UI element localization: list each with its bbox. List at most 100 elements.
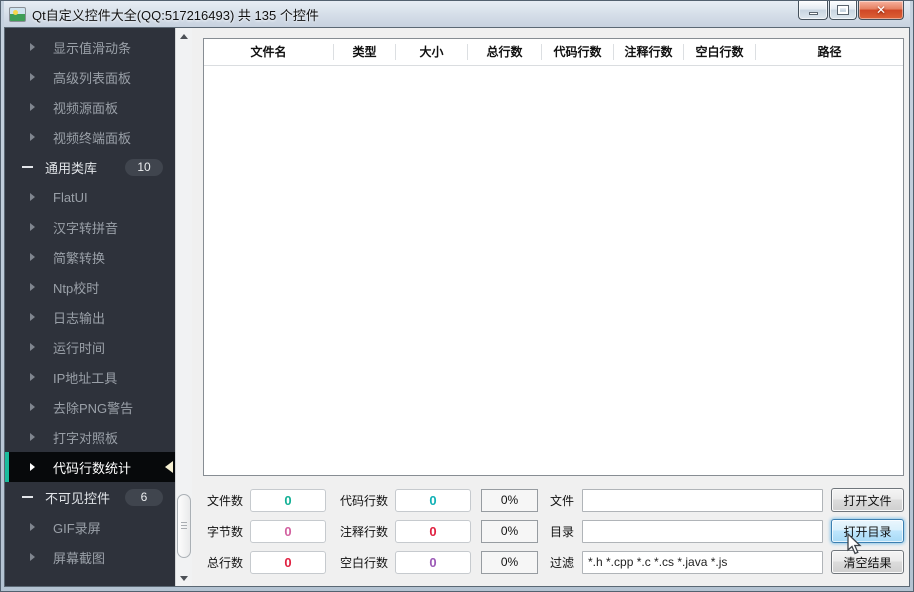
maximize-button[interactable] bbox=[829, 1, 857, 20]
expand-icon bbox=[30, 403, 35, 411]
close-button[interactable]: ✕ bbox=[858, 1, 904, 20]
scrollbar-thumb[interactable] bbox=[177, 494, 191, 558]
sidebar-scrollbar[interactable] bbox=[175, 28, 192, 586]
expand-icon bbox=[30, 253, 35, 261]
count-badge: 10 bbox=[125, 158, 163, 176]
column-header-comment-lines[interactable]: 注释行数 bbox=[614, 44, 684, 60]
tree-item-label: 通用类库 bbox=[45, 160, 98, 176]
scroll-up-button[interactable] bbox=[176, 28, 192, 44]
expand-icon bbox=[30, 193, 35, 201]
tree-item[interactable]: 视频源面板 bbox=[5, 92, 175, 122]
expand-icon bbox=[30, 463, 35, 471]
expand-icon bbox=[30, 523, 35, 531]
stat-value-box: 0 bbox=[395, 488, 471, 512]
expand-icon bbox=[30, 73, 35, 81]
tree-item-selected[interactable]: 代码行数统计 bbox=[5, 452, 175, 482]
minimize-button[interactable] bbox=[798, 1, 828, 20]
tree-item-label: IP地址工具 bbox=[53, 370, 118, 386]
expand-icon bbox=[30, 433, 35, 441]
tree-item[interactable]: 运行时间 bbox=[5, 332, 175, 362]
scroll-down-button[interactable] bbox=[176, 570, 192, 586]
tree-item[interactable]: 去除PNG警告 bbox=[5, 392, 175, 422]
open-dir-button[interactable]: 打开目录 bbox=[831, 519, 904, 543]
tree-group[interactable]: 通用类库 10 bbox=[5, 152, 175, 182]
expand-icon bbox=[30, 553, 35, 561]
form-row: 总行数 0 空白行数 0 0% 过滤 清空结果 bbox=[203, 550, 904, 574]
tree-item-label: 运行时间 bbox=[53, 340, 106, 356]
tree-item[interactable]: Ntp校时 bbox=[5, 272, 175, 302]
tree-item[interactable]: 简繁转换 bbox=[5, 242, 175, 272]
stat-label: 空白行数 bbox=[339, 555, 388, 570]
stat-value-box: 0 bbox=[250, 519, 326, 543]
results-table: 文件名 类型 大小 总行数 代码行数 注释行数 空白行数 路径 bbox=[203, 38, 904, 476]
selected-marker-icon bbox=[165, 461, 173, 473]
tree-item-label: 代码行数统计 bbox=[53, 460, 132, 476]
dir-input[interactable] bbox=[582, 519, 823, 543]
tree-item-label: 去除PNG警告 bbox=[53, 400, 134, 416]
tree-item[interactable]: 高级列表面板 bbox=[5, 62, 175, 92]
column-header-total-lines[interactable]: 总行数 bbox=[468, 44, 542, 60]
table-header-row: 文件名 类型 大小 总行数 代码行数 注释行数 空白行数 路径 bbox=[204, 39, 903, 66]
tree-item[interactable]: 日志输出 bbox=[5, 302, 175, 332]
arrow-down-icon bbox=[180, 575, 188, 581]
stat-value-box: 0 bbox=[395, 550, 471, 574]
tree-item-label: Ntp校时 bbox=[53, 280, 100, 296]
column-header-path[interactable]: 路径 bbox=[756, 44, 903, 60]
stat-label: 总行数 bbox=[206, 555, 243, 570]
tree-group[interactable]: 不可见控件 6 bbox=[5, 482, 175, 512]
maximize-icon bbox=[837, 5, 849, 15]
tree-item[interactable]: FlatUI bbox=[5, 182, 175, 212]
tree-item-label: 显示值滑动条 bbox=[53, 40, 132, 56]
scrollbar-track[interactable] bbox=[176, 44, 192, 570]
main-panel: 文件名 类型 大小 总行数 代码行数 注释行数 空白行数 路径 文件数 0 代码行数 0 0% 文件 打开… bbox=[192, 28, 909, 586]
sidebar-tree: 显示值滑动条 高级列表面板 视频源面板视频终端面板通用类库 10 FlatUI 汉字转拼音… bbox=[5, 28, 175, 586]
grip-icon bbox=[181, 522, 187, 531]
stat-label: 字节数 bbox=[206, 524, 243, 539]
expand-icon bbox=[30, 373, 35, 381]
expand-icon bbox=[30, 43, 35, 51]
tree-item-label: 屏幕截图 bbox=[53, 550, 106, 566]
app-window: Qt自定义控件大全(QQ:517216493) 共 135 个控件 ✕ 显示值滑… bbox=[0, 0, 914, 592]
arrow-up-icon bbox=[180, 33, 188, 39]
open-file-button[interactable]: 打开文件 bbox=[831, 488, 904, 512]
column-header-size[interactable]: 大小 bbox=[396, 44, 468, 60]
tree-item-label: GIF录屏 bbox=[53, 520, 101, 536]
stat-label: 注释行数 bbox=[339, 524, 388, 539]
window-title: Qt自定义控件大全(QQ:517216493) 共 135 个控件 bbox=[32, 7, 319, 23]
tree-item[interactable]: 屏幕截图 bbox=[5, 542, 175, 572]
tree-item-label: 日志输出 bbox=[53, 310, 106, 326]
stat-label: 代码行数 bbox=[339, 493, 388, 508]
column-header-filename[interactable]: 文件名 bbox=[204, 44, 334, 60]
tree-item-label: 不可见控件 bbox=[45, 490, 111, 506]
column-header-code-lines[interactable]: 代码行数 bbox=[542, 44, 614, 60]
tree-item-label: FlatUI bbox=[53, 189, 88, 205]
percent-box: 0% bbox=[481, 488, 538, 512]
tree-item[interactable]: 显示值滑动条 bbox=[5, 32, 175, 62]
tree-item-label: 高级列表面板 bbox=[53, 70, 132, 86]
stats-form: 文件数 0 代码行数 0 0% 文件 打开文件 字节数 0 注释行数 0 0% 目录 打开目录 总行数 0 空白… bbox=[203, 488, 904, 574]
field-label: 过滤 bbox=[549, 555, 574, 570]
stat-label: 文件数 bbox=[206, 493, 243, 508]
tree-item-label: 简繁转换 bbox=[53, 250, 106, 266]
tree-item[interactable]: IP地址工具 bbox=[5, 362, 175, 392]
minimize-icon bbox=[808, 11, 818, 15]
collapse-icon bbox=[22, 496, 33, 498]
tree-item-label: 视频源面板 bbox=[53, 100, 119, 116]
column-header-type[interactable]: 类型 bbox=[334, 44, 396, 60]
clear-results-button[interactable]: 清空结果 bbox=[831, 550, 904, 574]
expand-icon bbox=[30, 313, 35, 321]
file-input[interactable] bbox=[582, 488, 823, 512]
stat-value-box: 0 bbox=[395, 519, 471, 543]
expand-icon bbox=[30, 133, 35, 141]
tree-item[interactable]: 汉字转拼音 bbox=[5, 212, 175, 242]
field-label: 目录 bbox=[549, 524, 574, 539]
tree-item[interactable]: GIF录屏 bbox=[5, 512, 175, 542]
title-bar[interactable]: Qt自定义控件大全(QQ:517216493) 共 135 个控件 bbox=[4, 1, 910, 27]
tree-item[interactable]: 打字对照板 bbox=[5, 422, 175, 452]
column-header-blank-lines[interactable]: 空白行数 bbox=[684, 44, 756, 60]
tree-item[interactable]: 视频终端面板 bbox=[5, 122, 175, 152]
filter-input[interactable] bbox=[582, 550, 823, 574]
stat-value-box: 0 bbox=[250, 488, 326, 512]
tree-item-label: 打字对照板 bbox=[53, 430, 119, 446]
collapse-icon bbox=[22, 166, 33, 168]
